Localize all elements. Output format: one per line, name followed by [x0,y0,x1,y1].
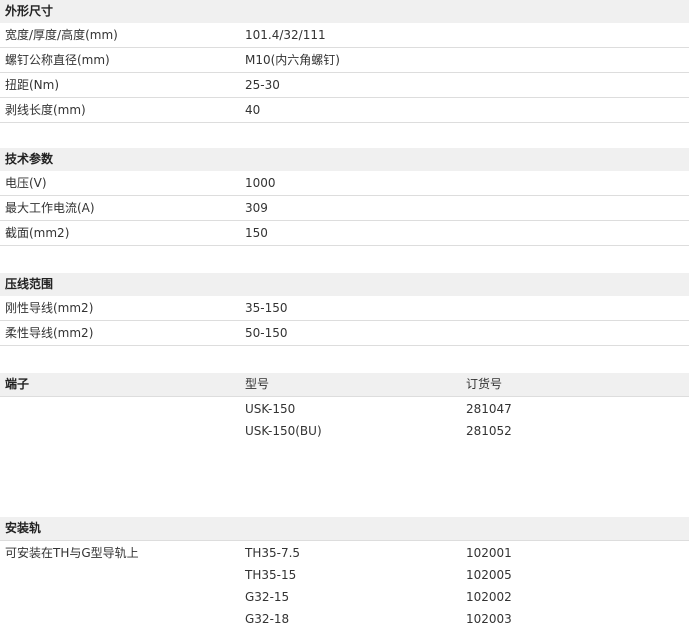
table-row: 剥线长度(mm) 40 [0,98,689,123]
table-row: USK-150(BU) 281052 [0,420,689,442]
column-header-order: 订货号 [466,377,503,391]
section-title: 技术参数 [5,152,54,166]
order-value: 281047 [466,402,512,416]
section-header-dimensions: 外形尺寸 [0,0,689,23]
table-row: 柔性导线(mm2) 50-150 [0,321,689,346]
spec-value: M10(内六角螺钉) [245,53,340,67]
section-header-tech: 技术参数 [0,148,689,171]
section-header-terminal: 端子 型号 订货号 [0,373,689,396]
model-value: TH35-7.5 [245,546,301,560]
order-value: 281052 [466,424,512,438]
spec-value: 25-30 [245,78,280,92]
table-row: TH35-15 102005 [0,564,689,586]
table-row: G32-15 102002 [0,586,689,608]
section-title: 外形尺寸 [5,4,54,18]
spec-label: 柔性导线(mm2) [5,326,94,340]
spec-label: 螺钉公称直径(mm) [5,53,110,67]
spec-label: 刚性导线(mm2) [5,301,94,315]
spec-label: 剥线长度(mm) [5,103,86,117]
model-value: TH35-15 [245,568,297,582]
table-row: 最大工作电流(A) 309 [0,196,689,221]
table-row: G32-18 102003 [0,608,689,630]
divider [0,396,689,397]
order-value: 102001 [466,546,512,560]
table-row: 电压(V) 1000 [0,171,689,196]
model-value: G32-18 [245,612,290,626]
model-value: G32-15 [245,590,290,604]
spec-label: 最大工作电流(A) [5,201,95,215]
spec-label: 扭距(Nm) [5,78,60,92]
order-value: 102002 [466,590,512,604]
spec-label: 截面(mm2) [5,226,70,240]
table-row: 截面(mm2) 150 [0,221,689,246]
divider [0,540,689,541]
column-header-model: 型号 [245,377,270,391]
table-row: 宽度/厚度/高度(mm) 101.4/32/111 [0,23,689,48]
model-value: USK-150 [245,402,296,416]
table-row: 刚性导线(mm2) 35-150 [0,296,689,321]
order-value: 102003 [466,612,512,626]
spec-label: 电压(V) [5,176,47,190]
table-row: 扭距(Nm) 25-30 [0,73,689,98]
spec-value: 40 [245,103,261,117]
model-value: USK-150(BU) [245,424,322,438]
spec-value: 150 [245,226,268,240]
spec-label: 宽度/厚度/高度(mm) [5,28,118,42]
rail-note: 可安装在TH与G型导轨上 [5,546,139,560]
table-row: 螺钉公称直径(mm) M10(内六角螺钉) [0,48,689,73]
section-header-rail: 安装轨 [0,517,689,540]
section-title: 安装轨 [5,521,42,535]
section-title: 压线范围 [5,277,54,291]
spec-value: 1000 [245,176,276,190]
section-header-crimp: 压线范围 [0,273,689,296]
spec-value: 309 [245,201,268,215]
spec-value: 101.4/32/111 [245,28,326,42]
order-value: 102005 [466,568,512,582]
table-row: 可安装在TH与G型导轨上 TH35-7.5 102001 [0,542,689,564]
spec-value: 35-150 [245,301,288,315]
section-title: 端子 [5,377,30,391]
spec-value: 50-150 [245,326,288,340]
table-row: USK-150 281047 [0,398,689,420]
